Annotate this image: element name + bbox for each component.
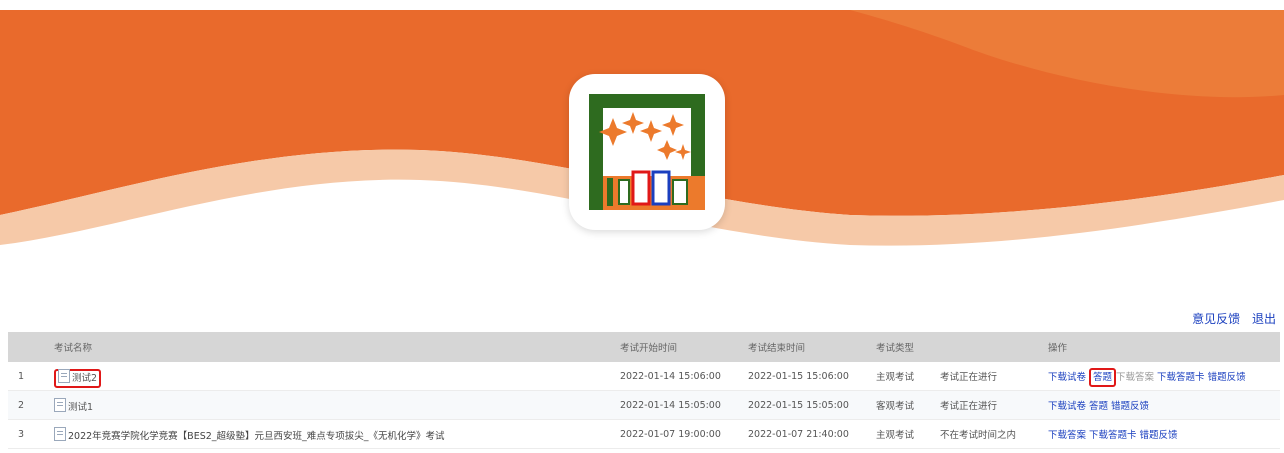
error-feedback-link[interactable]: 错题反馈 bbox=[1140, 430, 1178, 441]
exam-type: 主观考试 bbox=[876, 419, 940, 449]
app-logo bbox=[569, 74, 725, 230]
col-actions: 操作 bbox=[1048, 332, 1280, 362]
exam-name-cell: 测试1 bbox=[54, 390, 620, 420]
table-row: 1 测试2 2022-01-14 15:06:00 2022-01-15 15:… bbox=[8, 362, 1280, 391]
answer-link[interactable]: 答题 bbox=[1093, 372, 1112, 383]
exam-type: 主观考试 bbox=[876, 362, 940, 391]
top-links: 意见反馈 退出 bbox=[1184, 310, 1276, 327]
start-time: 2022-01-14 15:05:00 bbox=[620, 390, 748, 420]
error-feedback-link[interactable]: 错题反馈 bbox=[1208, 372, 1246, 383]
col-exam-type: 考试类型 bbox=[876, 332, 940, 362]
row-index: 1 bbox=[8, 362, 54, 391]
end-time: 2022-01-07 21:40:00 bbox=[748, 419, 876, 449]
exam-type: 客观考试 bbox=[876, 390, 940, 420]
logout-link[interactable]: 退出 bbox=[1252, 312, 1276, 326]
download-answer-text: 下载答案 bbox=[1116, 372, 1155, 383]
col-status bbox=[940, 332, 1048, 362]
document-icon bbox=[54, 426, 66, 441]
actions-cell: 下载答案 下载答题卡 错题反馈 bbox=[1048, 419, 1280, 449]
col-start-time: 考试开始时间 bbox=[620, 332, 748, 362]
document-icon bbox=[54, 397, 66, 412]
blodo-logo-icon bbox=[585, 90, 709, 214]
highlight-box: 答题 bbox=[1089, 368, 1117, 387]
col-index bbox=[8, 332, 54, 362]
document-icon bbox=[58, 368, 70, 383]
col-exam-name: 考试名称 bbox=[54, 332, 620, 362]
col-end-time: 考试结束时间 bbox=[748, 332, 876, 362]
exam-table: 考试名称 考试开始时间 考试结束时间 考试类型 操作 1 测试2 2022-01… bbox=[8, 332, 1280, 449]
start-time: 2022-01-07 19:00:00 bbox=[620, 419, 748, 449]
exam-name-cell: 测试2 bbox=[54, 362, 620, 391]
download-answer-link[interactable]: 下载答案 bbox=[1048, 430, 1086, 441]
actions-cell: 下载试卷 答题 错题反馈 bbox=[1048, 390, 1280, 420]
exam-name-link[interactable]: 测试1 bbox=[68, 402, 93, 413]
row-index: 2 bbox=[8, 390, 54, 420]
end-time: 2022-01-15 15:05:00 bbox=[748, 390, 876, 420]
start-time: 2022-01-14 15:06:00 bbox=[620, 362, 748, 391]
end-time: 2022-01-15 15:06:00 bbox=[748, 362, 876, 391]
row-index: 3 bbox=[8, 419, 54, 449]
actions-cell: 下载试卷 答题 下载答案 下载答题卡 错题反馈 bbox=[1048, 362, 1280, 391]
download-answer-card-link[interactable]: 下载答题卡 bbox=[1157, 372, 1205, 383]
feedback-link[interactable]: 意见反馈 bbox=[1192, 312, 1240, 326]
download-paper-link[interactable]: 下载试卷 bbox=[1048, 401, 1086, 412]
download-paper-link[interactable]: 下载试卷 bbox=[1048, 372, 1086, 383]
download-answer-card-link[interactable]: 下载答题卡 bbox=[1089, 430, 1137, 441]
table-row: 3 2022年竞赛学院化学竞赛【BES2_超级塾】元旦西安班_难点专项拔尖_《无… bbox=[8, 419, 1280, 449]
table-row: 2 测试1 2022-01-14 15:05:00 2022-01-15 15:… bbox=[8, 390, 1280, 420]
exam-name-cell: 2022年竞赛学院化学竞赛【BES2_超级塾】元旦西安班_难点专项拔尖_《无机化… bbox=[54, 419, 620, 449]
highlight-box: 测试2 bbox=[54, 368, 102, 388]
exam-status: 考试正在进行 bbox=[940, 362, 1048, 391]
exam-status: 考试正在进行 bbox=[940, 390, 1048, 420]
exam-list-page: 意见反馈 退出 考试名称 考试开始时间 考试结束时间 考试类型 操作 1 测试2… bbox=[0, 0, 1284, 453]
error-feedback-link[interactable]: 错题反馈 bbox=[1111, 401, 1149, 412]
table-header: 考试名称 考试开始时间 考试结束时间 考试类型 操作 bbox=[8, 332, 1280, 362]
exam-status: 不在考试时间之内 bbox=[940, 419, 1048, 449]
exam-name-link[interactable]: 测试2 bbox=[72, 373, 97, 384]
exam-name-text: 2022年竞赛学院化学竞赛【BES2_超级塾】元旦西安班_难点专项拔尖_《无机化… bbox=[68, 430, 445, 442]
answer-link[interactable]: 答题 bbox=[1089, 401, 1108, 412]
